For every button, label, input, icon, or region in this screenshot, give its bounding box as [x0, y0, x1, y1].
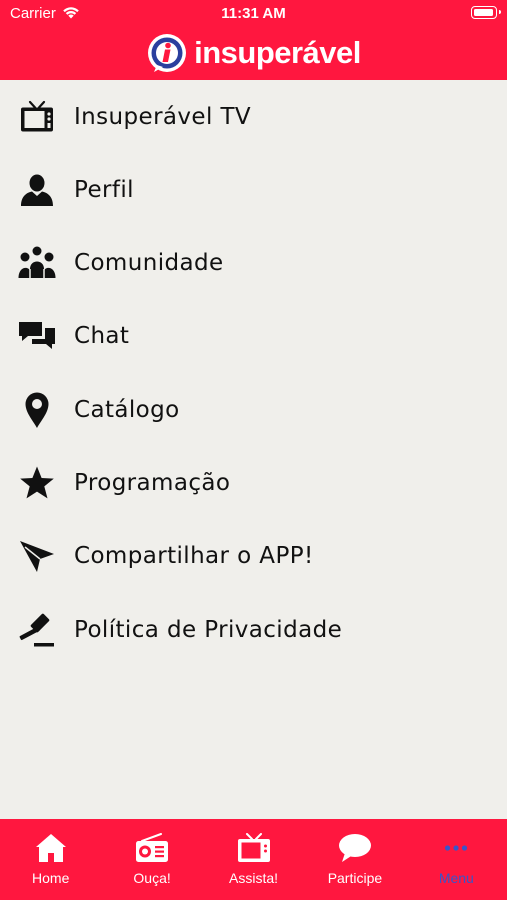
menu-item-label: Chat — [74, 323, 130, 349]
tab-label: Menu — [438, 870, 474, 886]
menu-item-label: Compartilhar o APP! — [74, 543, 314, 569]
gavel-icon — [18, 611, 56, 649]
status-bar: Carrier 11:31 AM — [0, 0, 507, 28]
app-header: Carrier 11:31 AM insuperável — [0, 0, 507, 80]
tv-icon — [18, 98, 56, 136]
tab-ouca[interactable]: Ouça! — [101, 819, 202, 900]
menu-item-chat[interactable]: Chat — [0, 306, 507, 366]
brand-logo: insuperável — [0, 30, 507, 76]
menu-item-label: Programação — [74, 470, 231, 496]
paper-plane-icon — [18, 537, 56, 575]
logo-mark-icon — [148, 34, 187, 72]
menu-item-politica-privacidade[interactable]: Política de Privacidade — [0, 600, 507, 660]
user-icon — [18, 171, 56, 209]
menu-item-programacao[interactable]: Programação — [0, 453, 507, 513]
status-time: 11:31 AM — [221, 5, 286, 22]
menu-item-label: Insuperável TV — [74, 104, 252, 130]
menu-item-label: Política de Privacidade — [74, 617, 343, 643]
tab-label: Home — [32, 870, 70, 886]
radio-icon — [135, 832, 169, 864]
tab-label: Participe — [327, 870, 383, 886]
bottom-tab-bar: Home Ouça! Assista! Participe Menu — [0, 819, 507, 900]
chat-icon — [18, 317, 56, 355]
menu-item-catalogo[interactable]: Catálogo — [0, 380, 507, 440]
tab-label: Ouça! — [133, 870, 171, 886]
tab-menu[interactable]: Menu — [406, 819, 507, 900]
map-pin-icon — [18, 391, 56, 429]
more-dots-icon — [439, 832, 473, 864]
tab-participe[interactable]: Participe — [304, 819, 405, 900]
menu-item-label: Perfil — [74, 177, 134, 203]
tv-icon — [237, 832, 271, 864]
menu-item-label: Catálogo — [74, 397, 180, 423]
tab-assista[interactable]: Assista! — [203, 819, 304, 900]
star-icon — [18, 464, 56, 502]
speech-bubble-icon — [338, 832, 372, 864]
menu-item-perfil[interactable]: Perfil — [0, 160, 507, 220]
menu-item-comunidade[interactable]: Comunidade — [0, 233, 507, 293]
tab-label: Assista! — [229, 870, 279, 886]
community-icon — [18, 244, 56, 282]
battery-icon — [471, 6, 501, 19]
tab-home[interactable]: Home — [0, 819, 101, 900]
brand-name: insuperável — [194, 35, 361, 70]
home-icon — [34, 832, 68, 864]
menu-item-compartilhar[interactable]: Compartilhar o APP! — [0, 526, 507, 586]
menu-item-label: Comunidade — [74, 250, 224, 276]
menu-item-insuperavel-tv[interactable]: Insuperável TV — [0, 87, 507, 147]
